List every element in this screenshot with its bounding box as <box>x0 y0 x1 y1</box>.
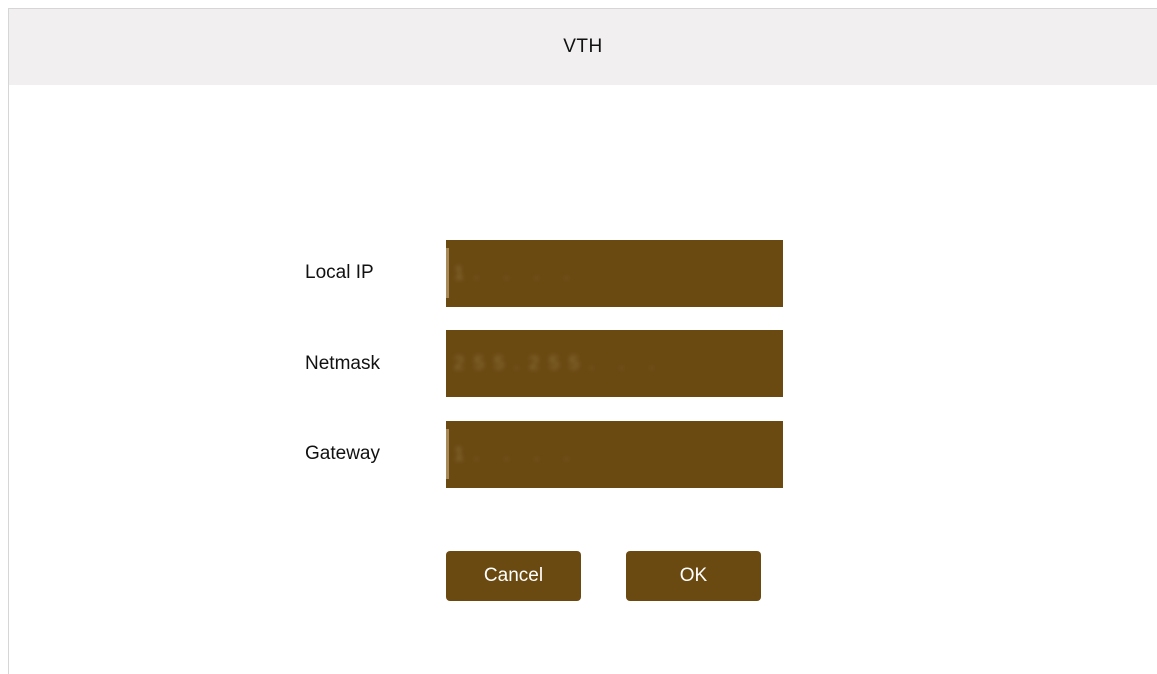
cancel-button[interactable]: Cancel <box>446 551 581 601</box>
gateway-value: 1. . . . <box>454 444 580 464</box>
title-bar: VTH <box>9 9 1157 85</box>
netmask-input[interactable]: 255.255. . . <box>446 330 783 397</box>
network-settings-dialog: VTH Local IP 1. . . . Netmask 255.255. .… <box>8 8 1157 674</box>
text-cursor <box>446 429 449 479</box>
netmask-value: 255.255. . . <box>454 353 665 373</box>
text-cursor <box>446 248 449 298</box>
local-ip-input[interactable]: 1. . . . <box>446 240 783 307</box>
page-title: VTH <box>563 36 603 57</box>
local-ip-value: 1. . . . <box>454 263 580 283</box>
gateway-label: Gateway <box>305 443 380 464</box>
local-ip-label: Local IP <box>305 262 374 283</box>
ok-button[interactable]: OK <box>626 551 761 601</box>
gateway-input[interactable]: 1. . . . <box>446 421 783 488</box>
netmask-label: Netmask <box>305 353 380 374</box>
